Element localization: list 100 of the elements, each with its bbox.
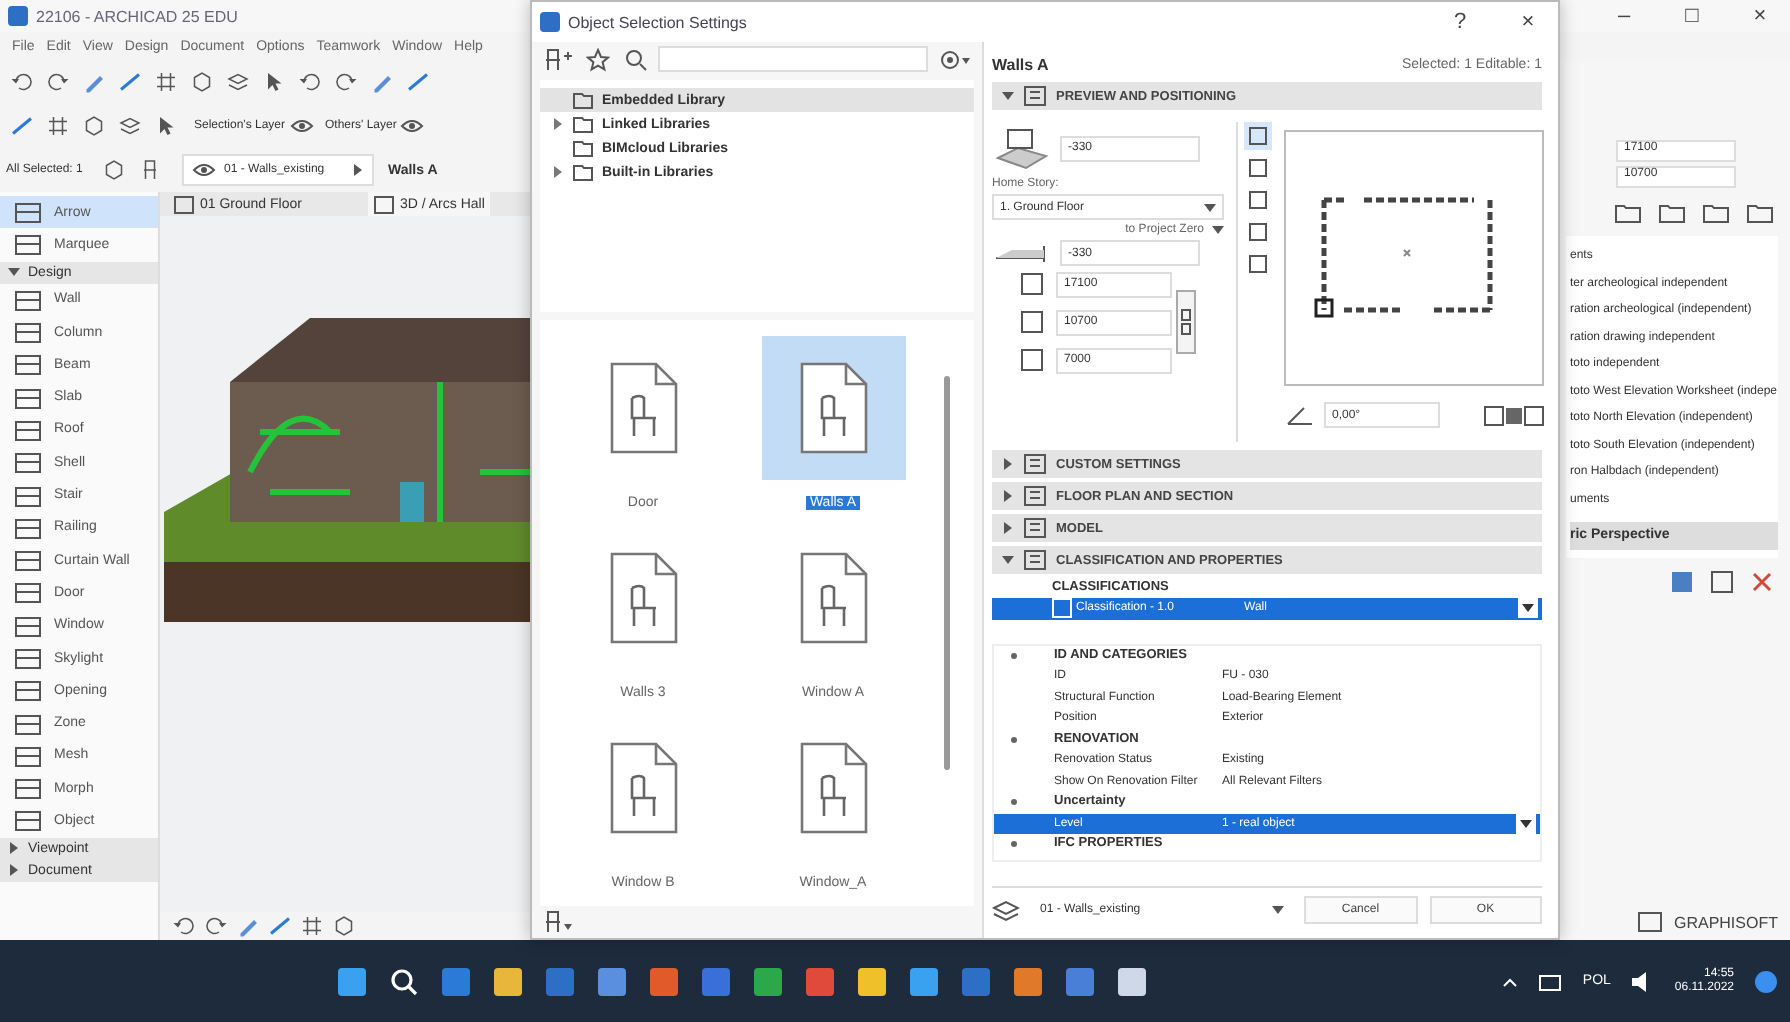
gear-icon[interactable] [938,47,970,72]
tool-icon [12,230,44,259]
layers-icon[interactable] [226,70,250,94]
folder-icon[interactable] [1746,200,1774,224]
pencil-icon[interactable] [82,70,106,94]
collapse-dot-icon [1010,735,1018,744]
save-icon[interactable] [1670,569,1694,593]
app-icon[interactable] [1115,965,1148,997]
tool-icon [12,546,44,575]
app-icon[interactable] [595,965,628,997]
section-icon [1024,454,1046,474]
tool-icon [12,415,44,444]
triangle-icon [1002,522,1014,534]
tool-icon [12,741,44,770]
view-icon [373,195,394,213]
tool-icon [12,644,44,672]
view-mode-icon[interactable] [1244,154,1272,182]
line-icon[interactable] [406,70,430,94]
view-mode-icon[interactable] [1244,186,1272,214]
chevron-up-icon[interactable] [1502,975,1519,987]
app-icon[interactable] [751,965,784,997]
line-icon[interactable] [268,914,292,938]
object-thumbnail[interactable] [761,336,905,480]
undo-icon[interactable] [298,70,322,94]
star-icon[interactable] [586,47,610,72]
window-control-button[interactable]: – [1594,0,1654,32]
close-button[interactable]: × [1498,6,1558,38]
tool-icon [12,709,44,738]
cursor-icon[interactable] [154,114,178,138]
app-icon[interactable] [855,965,888,997]
window-control-button[interactable]: □ [1662,0,1722,32]
app-icon [540,12,560,32]
object-icon[interactable] [138,158,162,182]
eye-icon [400,118,425,134]
triangle-icon [1002,458,1014,470]
undo-icon[interactable] [172,914,196,938]
view-mode-icon[interactable] [1244,250,1272,278]
mirror-icon[interactable] [1484,405,1544,425]
tool-icon [12,448,44,477]
window-control-button[interactable]: × [1730,0,1790,32]
library-icon [572,90,594,111]
grid-icon[interactable] [300,914,324,938]
link-icon[interactable] [1176,290,1196,354]
tool-icon [12,676,44,705]
tool-icon [12,806,44,835]
scrollbar[interactable] [944,376,950,770]
view-mode-icon[interactable] [1244,122,1272,150]
line-icon[interactable] [118,70,142,94]
network-icon[interactable] [1538,971,1563,991]
triangle-icon [1002,554,1014,566]
dropdown-icon [1518,598,1538,619]
search-field[interactable] [658,46,928,73]
layers-icon [992,897,1020,921]
pencil-icon[interactable] [370,70,394,94]
section-icon [1024,518,1046,538]
layers-icon[interactable] [118,114,142,138]
app-icon [8,6,28,26]
app-icon[interactable] [1011,965,1044,997]
redo-icon[interactable] [334,70,358,94]
triangle-icon [8,266,20,279]
redo-icon[interactable] [204,914,228,938]
eye-icon [289,118,314,134]
view-mode-icon[interactable] [1244,218,1272,246]
view-icon [174,195,194,213]
library-icon [572,138,594,159]
help-button[interactable]: ? [1430,6,1490,38]
collapse-dot-icon [1010,840,1018,849]
search-icon[interactable] [387,965,420,997]
undo-icon[interactable] [10,70,34,94]
folder-icon[interactable] [1658,200,1686,224]
notification-icon[interactable] [1754,969,1779,993]
classification-icon [1052,598,1072,619]
grid-icon[interactable] [46,114,70,138]
copy-icon[interactable] [1710,569,1734,593]
folder-icon[interactable] [1702,200,1730,224]
expand-arrow-icon [552,118,564,131]
tool-icon [12,350,44,379]
redo-icon[interactable] [46,70,70,94]
line-icon[interactable] [10,114,34,138]
folder-icon[interactable] [1614,200,1642,224]
add-object-icon[interactable] [544,47,572,72]
triangle-icon [1002,90,1014,102]
delete-icon[interactable] [1750,569,1774,593]
tool-icon [12,318,44,347]
tool-icon [12,198,44,227]
object-settings-icon[interactable] [544,910,572,934]
tool-icon [12,774,44,803]
app-icon[interactable] [491,965,524,997]
section-icon [1024,86,1046,106]
collapse-dot-icon [1010,651,1018,660]
grid-icon[interactable] [154,70,178,94]
library-icon [572,114,594,135]
dialog-title: Object Selection Settings [568,13,747,31]
start-icon[interactable] [335,965,368,997]
search-icon[interactable] [624,47,648,72]
cursor-icon[interactable] [262,70,286,94]
tool-icon [12,611,44,640]
brand-label: GRAPHISOFT [1673,913,1778,931]
app-icon[interactable] [907,965,940,997]
window-title: 22106 - ARCHICAD 25 EDU [36,7,238,25]
